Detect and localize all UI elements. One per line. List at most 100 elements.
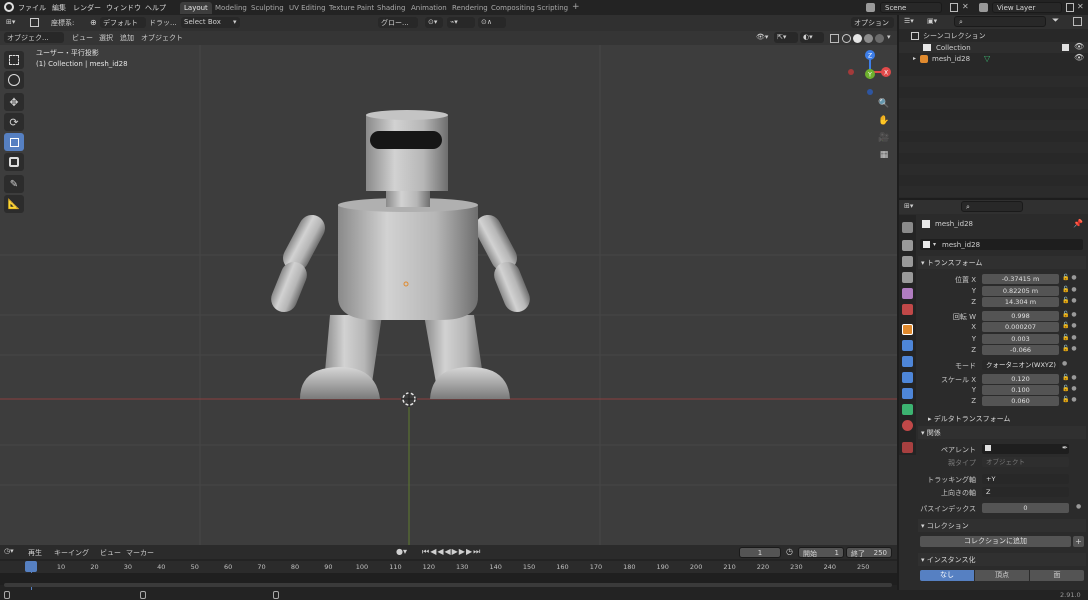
new-view-layer-icon[interactable] xyxy=(1066,3,1074,12)
lock-icon[interactable]: 🔓 ● xyxy=(1062,297,1077,304)
world-tab-icon[interactable] xyxy=(902,304,913,315)
lock-icon[interactable]: 🔓 ● xyxy=(1062,286,1077,293)
tab-compositing[interactable]: Compositing xyxy=(487,2,539,14)
record-icon[interactable]: ●▾ xyxy=(396,547,407,556)
parent-type-dropdown[interactable]: オブジェクト xyxy=(982,457,1069,467)
material-tab-icon[interactable] xyxy=(902,420,913,431)
lock-icon[interactable]: 🔓 ● xyxy=(1062,374,1077,381)
playhead[interactable] xyxy=(25,561,37,572)
instancing-none-button[interactable]: なし xyxy=(920,570,974,581)
menu-edit[interactable]: 編集 xyxy=(52,3,66,13)
navigation-gizmo[interactable]: Z X Y xyxy=(848,50,891,95)
constraints-tab-icon[interactable] xyxy=(902,388,913,399)
lock-icon[interactable]: 🔓 ● xyxy=(1062,322,1077,329)
pan-hand-icon[interactable]: ✋ xyxy=(877,114,891,128)
current-frame-field[interactable]: 1 xyxy=(739,547,781,558)
tab-texture-paint[interactable]: Texture Paint xyxy=(325,2,378,14)
scene-tab-icon[interactable] xyxy=(902,288,913,299)
instancing-faces-button[interactable]: 面 xyxy=(1030,570,1084,581)
end-frame-field[interactable]: 終了 250 xyxy=(846,547,892,558)
robot-mesh[interactable] xyxy=(267,110,534,399)
tab-modeling[interactable]: Modeling xyxy=(211,2,251,14)
menu-playback[interactable]: 再生 xyxy=(28,548,42,558)
add-to-collection-button[interactable]: コレクションに追加 xyxy=(920,536,1071,547)
timeline-scrollbar[interactable] xyxy=(4,583,892,587)
outliner-row-mesh[interactable]: ▸ mesh_id28 ▽ 👁 xyxy=(899,53,1088,64)
remove-scene-icon[interactable]: ✕ xyxy=(962,2,969,11)
expand-arrow-icon[interactable]: ▸ xyxy=(913,55,916,62)
lock-icon[interactable]: 🔓 ● xyxy=(1062,396,1077,403)
render-tab-icon[interactable] xyxy=(902,240,913,251)
add-icon[interactable]: + xyxy=(1073,536,1084,547)
tab-uv-editing[interactable]: UV Editing xyxy=(285,2,330,14)
start-frame-field[interactable]: 開始 1 xyxy=(798,547,844,558)
camera-icon[interactable]: 🎥 xyxy=(877,131,891,145)
tab-animation[interactable]: Animation xyxy=(407,2,451,14)
location-x-field[interactable]: -0.37415 m xyxy=(982,274,1059,284)
view-layer-tab-icon[interactable] xyxy=(902,272,913,283)
new-collection-icon[interactable] xyxy=(1073,17,1082,26)
blender-logo-icon[interactable] xyxy=(4,2,14,12)
rotation-x-field[interactable]: 0.000207 xyxy=(982,322,1059,332)
outliner-editor-icon[interactable]: ☰▾ xyxy=(904,17,914,25)
tool-tab-icon[interactable] xyxy=(902,222,913,233)
rotation-w-field[interactable]: 0.998 xyxy=(982,311,1059,321)
display-mode-icon[interactable]: ▣▾ xyxy=(927,17,937,25)
outliner-row-scene-collection[interactable]: シーンコレクション xyxy=(911,31,986,41)
menu-keying[interactable]: キーイング xyxy=(54,548,89,558)
texture-tab-icon[interactable] xyxy=(902,442,913,453)
parent-field[interactable] xyxy=(982,444,1069,454)
lock-icon[interactable]: 🔓 ● xyxy=(1062,385,1077,392)
collections-panel-header[interactable]: ▾ コレクション xyxy=(918,519,1086,532)
new-scene-icon[interactable] xyxy=(950,3,958,12)
add-workspace-button[interactable]: + xyxy=(568,0,584,12)
object-name-field[interactable]: ▾ mesh_id28 xyxy=(920,239,1083,250)
eye-icon[interactable]: 👁 xyxy=(1074,42,1084,51)
modifier-tab-icon[interactable] xyxy=(902,340,913,351)
pass-index-field[interactable]: 0 xyxy=(982,503,1069,513)
scene-canvas[interactable]: Z X Y xyxy=(0,15,897,545)
physics-tab-icon[interactable] xyxy=(902,372,913,383)
rotation-mode-dropdown[interactable]: クォータニオン(WXYZ) xyxy=(982,360,1059,370)
instancing-verts-button[interactable]: 頂点 xyxy=(975,570,1029,581)
menu-timeline-view[interactable]: ビュー xyxy=(100,548,121,558)
instancing-panel-header[interactable]: ▾ インスタンス化 xyxy=(918,553,1086,566)
filter-icon[interactable]: ⏷ xyxy=(1052,16,1059,26)
pin-icon[interactable]: 📌 xyxy=(1073,219,1083,228)
scale-z-field[interactable]: 0.060 xyxy=(982,396,1059,406)
properties-search-input[interactable]: ⌕ xyxy=(961,201,1023,212)
scale-y-field[interactable]: 0.100 xyxy=(982,385,1059,395)
particles-tab-icon[interactable] xyxy=(902,356,913,367)
location-y-field[interactable]: 0.82205 m xyxy=(982,286,1059,296)
menu-render[interactable]: レンダー xyxy=(73,3,101,13)
keyframe-icon[interactable]: ● xyxy=(1062,360,1067,367)
eyedropper-icon[interactable]: ✒ xyxy=(1062,444,1068,452)
properties-editor-icon[interactable]: ⊞▾ xyxy=(904,202,913,210)
tab-shading[interactable]: Shading xyxy=(373,2,409,14)
menu-help[interactable]: ヘルプ xyxy=(145,3,166,13)
zoom-icon[interactable]: 🔍 xyxy=(877,97,891,111)
data-tab-icon[interactable] xyxy=(902,404,913,415)
rotation-z-field[interactable]: -0.066 xyxy=(982,345,1059,355)
grid-icon[interactable]: ▦ xyxy=(877,148,891,162)
tab-sculpting[interactable]: Sculpting xyxy=(247,2,288,14)
rotation-y-field[interactable]: 0.003 xyxy=(982,334,1059,344)
location-z-field[interactable]: 14.304 m xyxy=(982,297,1059,307)
relations-panel-header[interactable]: ▾ 関係 xyxy=(918,426,1086,439)
eye-icon[interactable]: 👁 xyxy=(1074,53,1084,62)
transform-panel-header[interactable]: ▾ トランスフォーム xyxy=(918,256,1086,269)
scene-selector[interactable]: Scene xyxy=(880,2,942,13)
menu-file[interactable]: ファイル xyxy=(18,3,46,13)
3d-cursor-icon[interactable] xyxy=(401,391,417,407)
menu-window[interactable]: ウィンドウ xyxy=(106,3,141,13)
lock-icon[interactable]: 🔓 ● xyxy=(1062,274,1077,281)
outliner-search-input[interactable]: ⌕ xyxy=(954,16,1046,27)
timeline-editor-icon[interactable]: ◷▾ xyxy=(4,547,14,555)
tracking-axis-dropdown[interactable]: +Y xyxy=(982,474,1069,484)
tab-layout[interactable]: Layout xyxy=(180,2,212,14)
keyframe-icon[interactable]: ● xyxy=(1076,503,1081,510)
lock-icon[interactable]: 🔓 ● xyxy=(1062,311,1077,318)
delta-transform-header[interactable]: ▸ デルタトランスフォーム xyxy=(918,412,1086,425)
exclude-checkbox[interactable] xyxy=(1062,44,1069,51)
playback-controls[interactable]: ⏮◀◀◀▶▶▶⏭ xyxy=(422,547,481,557)
